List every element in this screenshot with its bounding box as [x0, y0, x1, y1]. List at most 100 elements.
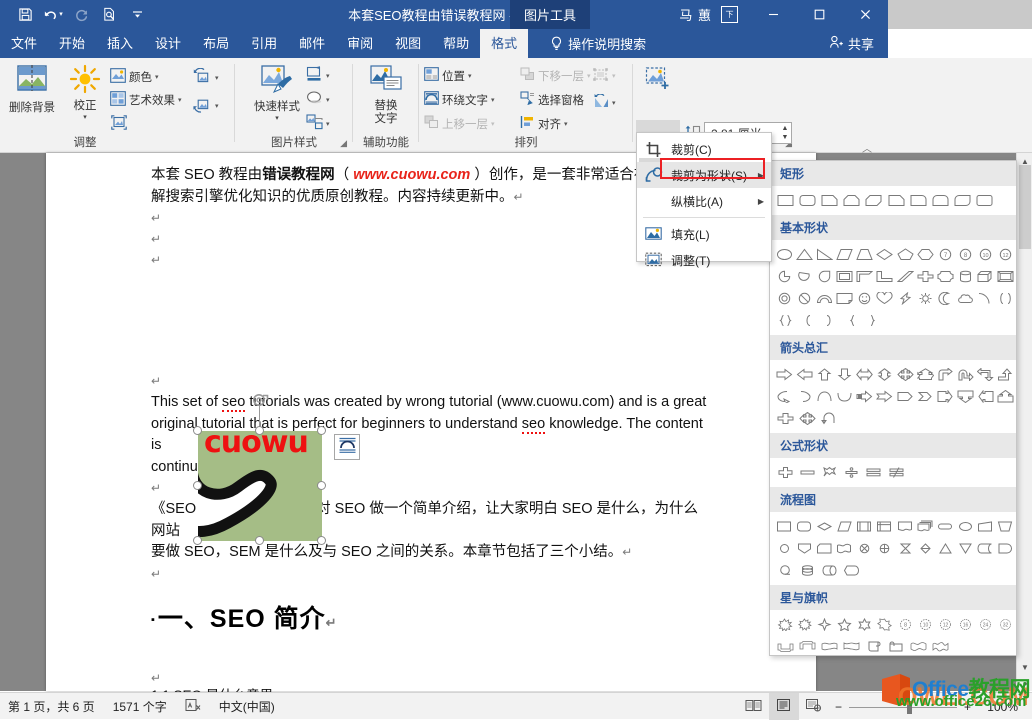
- shape-quad-arrow[interactable]: [895, 363, 915, 385]
- shape-heptagon[interactable]: 7: [935, 243, 955, 265]
- shape-striped-right[interactable]: [855, 385, 875, 407]
- chevron-down-icon[interactable]: ▾: [587, 72, 591, 80]
- shape-fc-off-page-connector[interactable]: [794, 537, 814, 559]
- tab-layout[interactable]: 布局: [192, 29, 240, 58]
- shape-right-triangle[interactable]: [814, 243, 834, 265]
- shape-plaque[interactable]: [935, 265, 955, 287]
- shape-up-down-arrow[interactable]: [875, 363, 895, 385]
- reset-picture-button[interactable]: ▾: [193, 96, 219, 116]
- position-button[interactable]: 位置 ▾: [424, 67, 472, 84]
- shape-star4[interactable]: [814, 613, 834, 635]
- shape-up-ribbon[interactable]: [774, 635, 796, 655]
- shape-lightning[interactable]: [895, 287, 915, 309]
- shape-u-turn-arrow[interactable]: [956, 363, 976, 385]
- tab-format[interactable]: 格式: [480, 29, 529, 58]
- share-button[interactable]: 共享: [829, 29, 874, 58]
- change-picture-button[interactable]: ▾: [193, 67, 219, 88]
- tab-view[interactable]: 视图: [384, 29, 432, 58]
- shape-curved-left[interactable]: [794, 385, 814, 407]
- crop-menu-item-fit[interactable]: 调整(T): [637, 247, 771, 273]
- shape-star5[interactable]: [835, 613, 855, 635]
- shape-curved-up[interactable]: [814, 385, 834, 407]
- shape-fc-punched-tape[interactable]: [835, 537, 855, 559]
- remove-background-button[interactable]: 删除背景: [2, 64, 62, 115]
- shape-fc-alternate-process[interactable]: [794, 515, 814, 537]
- view-web-layout-button[interactable]: [799, 693, 829, 720]
- tab-mailings[interactable]: 邮件: [288, 29, 336, 58]
- shape-oval[interactable]: [774, 243, 794, 265]
- chevron-down-icon[interactable]: ▾: [491, 120, 495, 128]
- shape-notched-right[interactable]: [875, 385, 895, 407]
- shape-circular-arrow[interactable]: [818, 407, 840, 429]
- crop-menu-item-crop[interactable]: 裁剪(C): [637, 136, 771, 162]
- shape-fc-internal-storage[interactable]: [875, 515, 895, 537]
- shape-star10[interactable]: 10: [915, 613, 935, 635]
- shape-smiley[interactable]: [855, 287, 875, 309]
- tab-home[interactable]: 开始: [48, 29, 96, 58]
- shape-triangle[interactable]: [794, 243, 814, 265]
- resize-handle-e[interactable]: [317, 481, 326, 490]
- restore-button[interactable]: [796, 0, 842, 29]
- shape-can[interactable]: [956, 265, 976, 287]
- shape-fc-sequential-access[interactable]: [774, 559, 796, 581]
- chevron-down-icon[interactable]: ▾: [275, 115, 279, 122]
- shape-wave[interactable]: [907, 635, 929, 655]
- crop-menu-item-fill[interactable]: 填充(L): [637, 221, 771, 247]
- shape-star7[interactable]: [875, 613, 895, 635]
- shape-quad-callout[interactable]: [796, 407, 818, 429]
- shape-cloud[interactable]: [956, 287, 976, 309]
- shape-curved-down-ribbon[interactable]: [841, 635, 863, 655]
- chevron-down-icon[interactable]: ▾: [564, 120, 568, 128]
- chevron-down-icon[interactable]: ▾: [326, 72, 330, 80]
- shape-fc-stored-data[interactable]: [976, 537, 996, 559]
- resize-handle-w[interactable]: [193, 481, 202, 490]
- shape-left-up-arrow[interactable]: [976, 363, 996, 385]
- redo-icon[interactable]: [67, 3, 95, 27]
- shape-fc-terminator[interactable]: [935, 515, 955, 537]
- zoom-out-button[interactable]: −: [835, 700, 842, 714]
- shape-right-arrow[interactable]: [774, 363, 794, 385]
- send-backward-button[interactable]: 下移一层 ▾: [520, 67, 591, 84]
- tab-insert[interactable]: 插入: [96, 29, 144, 58]
- resize-handle-s[interactable]: [255, 536, 264, 545]
- shape-curved-up-ribbon[interactable]: [818, 635, 840, 655]
- shape-star32[interactable]: 32: [996, 613, 1016, 635]
- shape-rect[interactable]: [774, 189, 796, 211]
- view-print-layout-button[interactable]: [768, 693, 799, 720]
- shape-fc-sort[interactable]: [915, 537, 935, 559]
- shape-L-shape[interactable]: [875, 265, 895, 287]
- shape-brackets[interactable]: [996, 287, 1016, 309]
- shape-fc-direct-access[interactable]: [818, 559, 840, 581]
- shape-pie[interactable]: [774, 265, 794, 287]
- rotate-handle-icon[interactable]: [252, 393, 269, 413]
- shape-minus[interactable]: [796, 461, 818, 483]
- ribbon-display-options-icon[interactable]: 下: [721, 6, 738, 23]
- shape-explosion2[interactable]: [794, 613, 814, 635]
- shape-left-arrow-callout[interactable]: [976, 385, 996, 407]
- shape-fc-document[interactable]: [895, 515, 915, 537]
- shape-octagon[interactable]: 8: [956, 243, 976, 265]
- shape-chevron[interactable]: [915, 385, 935, 407]
- tab-design[interactable]: 设计: [144, 29, 192, 58]
- chevron-down-icon[interactable]: ▾: [155, 73, 159, 81]
- group-objects-button[interactable]: ▾: [592, 67, 616, 85]
- shape-fc-card[interactable]: [814, 537, 834, 559]
- customize-qat-chevron-down-icon[interactable]: [123, 3, 151, 27]
- shape-round-diagonal[interactable]: [952, 189, 974, 211]
- chevron-down-icon[interactable]: ▾: [83, 114, 87, 121]
- shape-left-bracket[interactable]: [796, 309, 818, 331]
- shape-multiply[interactable]: [818, 461, 840, 483]
- shape-left-brace[interactable]: [841, 309, 863, 331]
- shape-hexagon[interactable]: [915, 243, 935, 265]
- minimize-button[interactable]: [750, 0, 796, 29]
- corrections-button[interactable]: 校正 ▾: [64, 64, 106, 121]
- layout-options-button[interactable]: [334, 434, 360, 460]
- rotate-button[interactable]: ▾: [592, 93, 616, 112]
- shape-chord[interactable]: [794, 265, 814, 287]
- shape-snip-same-side[interactable]: [841, 189, 863, 211]
- shape-fc-magnetic-disk[interactable]: [796, 559, 818, 581]
- shape-bent-up-arrow[interactable]: [996, 363, 1016, 385]
- shape-bent-arrow[interactable]: [935, 363, 955, 385]
- shape-vertical-scroll[interactable]: [863, 635, 885, 655]
- picture-styles-dialog-launcher[interactable]: ◢: [340, 138, 347, 149]
